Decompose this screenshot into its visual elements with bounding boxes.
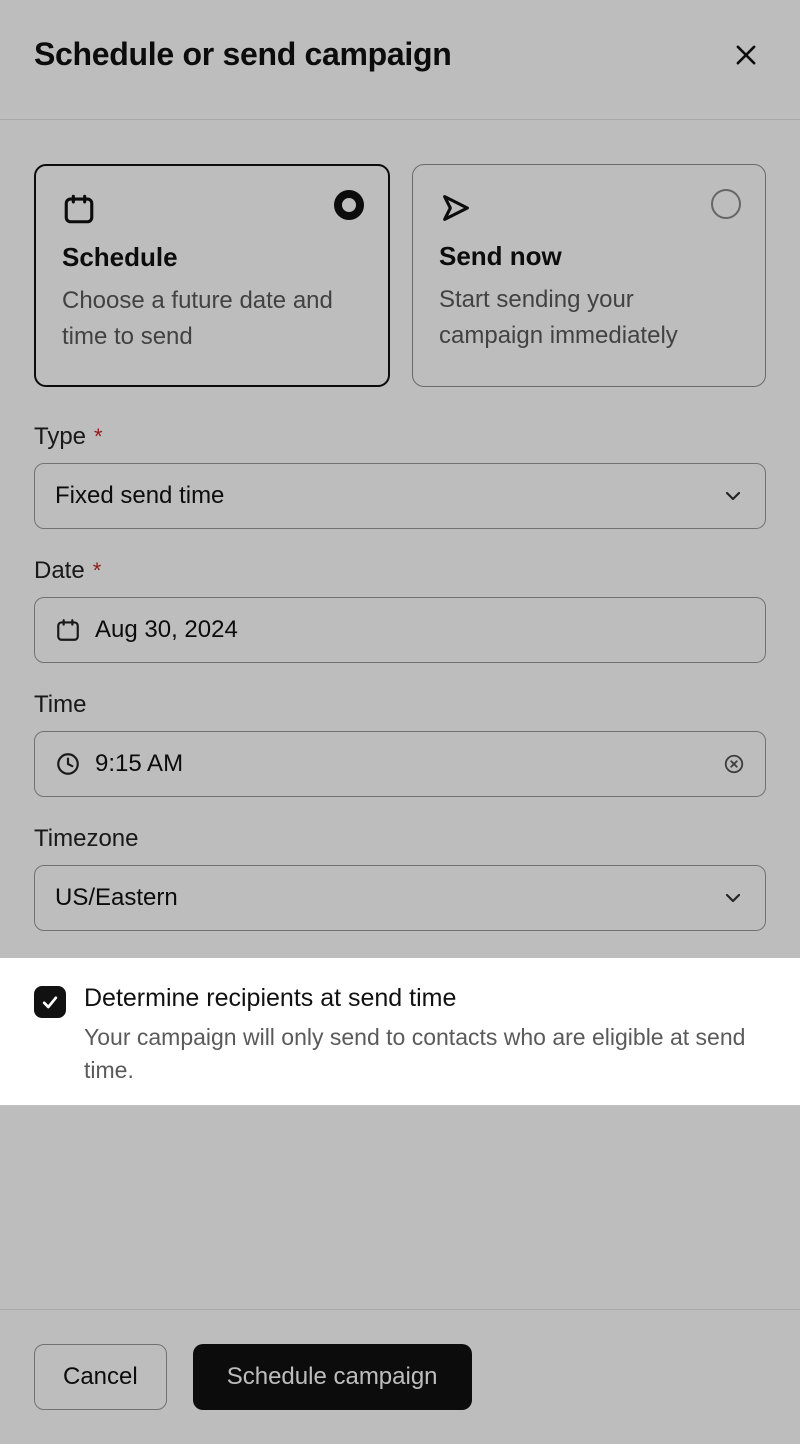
calendar-icon	[55, 617, 81, 643]
radio-unselected	[711, 189, 741, 219]
schedule-campaign-button[interactable]: Schedule campaign	[193, 1344, 472, 1410]
determine-recipients-desc: Your campaign will only send to contacts…	[84, 1021, 766, 1088]
modal-footer: Cancel Schedule campaign	[0, 1309, 800, 1444]
timezone-label: Timezone	[34, 825, 766, 853]
check-icon	[40, 992, 60, 1012]
date-label: Date *	[34, 557, 766, 585]
option-sendnow-title: Send now	[439, 241, 739, 272]
timezone-value: US/Eastern	[55, 884, 721, 912]
option-send-now[interactable]: Send now Start sending your campaign imm…	[412, 164, 766, 387]
cancel-button[interactable]: Cancel	[34, 1344, 167, 1410]
time-input[interactable]: 9:15 AM	[34, 731, 766, 797]
determine-recipients-title: Determine recipients at send time	[84, 984, 766, 1013]
chevron-down-icon	[721, 484, 745, 508]
required-star: *	[94, 424, 103, 450]
determine-recipients-row: Determine recipients at send time Your c…	[0, 958, 800, 1105]
modal-title: Schedule or send campaign	[34, 36, 452, 73]
chevron-down-icon	[721, 886, 745, 910]
option-sendnow-desc: Start sending your campaign immediately	[439, 282, 739, 354]
modal-header: Schedule or send campaign	[0, 0, 800, 120]
close-button[interactable]	[732, 38, 766, 72]
time-value: 9:15 AM	[95, 750, 723, 778]
type-label: Type *	[34, 423, 766, 451]
time-label: Time	[34, 691, 766, 719]
radio-selected	[334, 190, 364, 220]
required-star: *	[93, 558, 102, 584]
type-select[interactable]: Fixed send time	[34, 463, 766, 529]
calendar-icon	[62, 192, 362, 226]
timezone-select[interactable]: US/Eastern	[34, 865, 766, 931]
option-schedule-title: Schedule	[62, 242, 362, 273]
clock-icon	[55, 751, 81, 777]
clear-icon[interactable]	[723, 753, 745, 775]
close-icon	[732, 41, 760, 69]
date-input[interactable]: Aug 30, 2024	[34, 597, 766, 663]
type-value: Fixed send time	[55, 482, 721, 510]
send-icon	[439, 191, 739, 225]
option-schedule[interactable]: Schedule Choose a future date and time t…	[34, 164, 390, 387]
determine-recipients-checkbox[interactable]	[34, 986, 66, 1018]
date-value: Aug 30, 2024	[95, 616, 745, 644]
option-schedule-desc: Choose a future date and time to send	[62, 283, 362, 355]
